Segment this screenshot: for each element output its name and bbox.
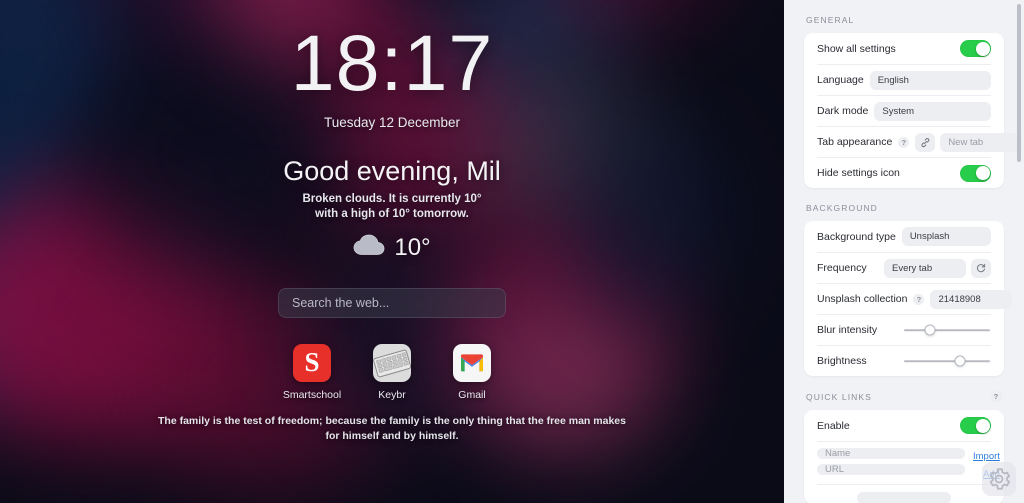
new-tab-content: 18:17 Tuesday 12 December Good evening, … <box>0 0 784 503</box>
dark-mode-select[interactable] <box>874 101 991 121</box>
divider <box>817 484 991 488</box>
weather-temperature: 10° <box>394 233 431 261</box>
quick-link-label: Keybr <box>378 388 406 401</box>
row-dark-mode: Dark mode <box>817 95 991 126</box>
weather-description-line2: with a high of 10° tomorrow. <box>315 208 469 221</box>
frequency-select[interactable] <box>884 258 966 278</box>
row-label: Background type <box>817 230 896 243</box>
row-label-text: Tab appearance <box>817 136 893 148</box>
quick-links-stub-row <box>857 492 951 503</box>
row-label: Tab appearance ? <box>817 136 910 148</box>
quick-links-enable-toggle[interactable] <box>960 417 991 434</box>
row-tab-appearance: Tab appearance ? <box>817 126 1023 157</box>
section-header-general: General <box>804 0 1004 33</box>
row-label: Brightness <box>817 355 867 367</box>
row-label: Dark mode <box>817 105 869 117</box>
row-brightness: Brightness <box>817 345 991 376</box>
row-hide-settings-icon: Hide settings icon <box>817 157 991 188</box>
quick-link-url-input[interactable] <box>817 464 965 475</box>
row-label-text: Unsplash collection <box>817 293 908 305</box>
quick-link-smartschool[interactable]: S Smartschool <box>282 343 342 401</box>
row-label: Show all settings <box>817 42 896 55</box>
background-type-select[interactable] <box>901 227 991 246</box>
section-title: General <box>806 15 855 25</box>
row-language: Language <box>817 64 991 95</box>
row-unsplash-collection: Unsplash collection ? <box>817 283 1013 314</box>
language-select[interactable] <box>869 70 991 90</box>
quick-link-label: Smartschool <box>282 388 342 401</box>
refresh-icon[interactable] <box>971 258 991 278</box>
quick-link-gmail[interactable]: Gmail <box>444 343 500 401</box>
hide-settings-icon-toggle[interactable] <box>960 164 991 182</box>
section-title: Background <box>806 203 878 213</box>
cloud-icon <box>353 234 385 261</box>
row-background-type: Background type <box>817 221 991 252</box>
help-icon[interactable]: ? <box>913 293 925 305</box>
row-label: Language <box>817 74 864 86</box>
weather-current: 10° <box>353 233 431 262</box>
section-header-background: Background <box>804 188 1004 221</box>
row-label: Unsplash collection ? <box>817 293 925 305</box>
search-input[interactable] <box>278 287 506 318</box>
section-header-quick-links: Quick links ? <box>804 376 1004 410</box>
unsplash-collection-input[interactable] <box>930 289 1013 309</box>
row-label: Blur intensity <box>817 324 878 336</box>
settings-panel: General Show all settings Language Dark … <box>784 0 1024 503</box>
new-tab-page: 18:17 Tuesday 12 December Good evening, … <box>0 0 1024 503</box>
quick-links-add-form: Import Add <box>817 441 1000 484</box>
row-quick-links-enable: Enable <box>817 410 991 441</box>
smartschool-icon: S <box>293 343 331 382</box>
import-link[interactable]: Import <box>973 451 1000 462</box>
general-card: Show all settings Language Dark mode Tab… <box>804 33 1023 188</box>
help-icon[interactable]: ? <box>991 391 1002 402</box>
weather-description: Broken clouds. It is currently 10° with … <box>302 192 481 223</box>
quick-link-label: Gmail <box>458 388 486 401</box>
weather-description-line1: Broken clouds. It is currently 10° <box>302 192 482 205</box>
quick-links-row: S Smartschool Keybr Gmail <box>282 343 500 401</box>
smartschool-glyph: S <box>304 347 320 378</box>
row-show-all-settings: Show all settings <box>817 33 991 64</box>
quote-text: The family is the test of freedom; becau… <box>158 414 626 443</box>
keyboard-icon <box>373 343 411 382</box>
section-title: Quick links <box>806 391 872 402</box>
gmail-icon <box>453 343 491 382</box>
background-card: Background type Frequency <box>804 221 1013 376</box>
brightness-slider[interactable] <box>904 353 990 369</box>
scrollbar-thumb[interactable] <box>1017 4 1021 162</box>
row-frequency: Frequency <box>817 252 991 283</box>
clock: 18:17 <box>290 18 494 107</box>
row-label: Hide settings icon <box>817 167 900 179</box>
quick-links-card: Enable Import Add <box>804 410 1004 503</box>
row-label: Frequency <box>817 262 867 274</box>
show-all-settings-toggle[interactable] <box>960 40 991 57</box>
date-label: Tuesday 12 December <box>323 114 461 130</box>
tab-appearance-input[interactable] <box>940 132 1023 152</box>
quick-link-name-input[interactable] <box>817 448 965 459</box>
row-label: Enable <box>817 419 850 432</box>
settings-scrollbar[interactable] <box>1017 4 1021 499</box>
greeting: Good evening, Mil <box>283 155 501 186</box>
gear-icon[interactable] <box>982 462 1016 496</box>
help-icon[interactable]: ? <box>898 136 910 148</box>
row-blur-intensity: Blur intensity <box>817 314 991 345</box>
quick-link-keybr[interactable]: Keybr <box>364 343 420 401</box>
blur-intensity-slider[interactable] <box>904 322 990 338</box>
link-icon[interactable] <box>915 132 936 152</box>
